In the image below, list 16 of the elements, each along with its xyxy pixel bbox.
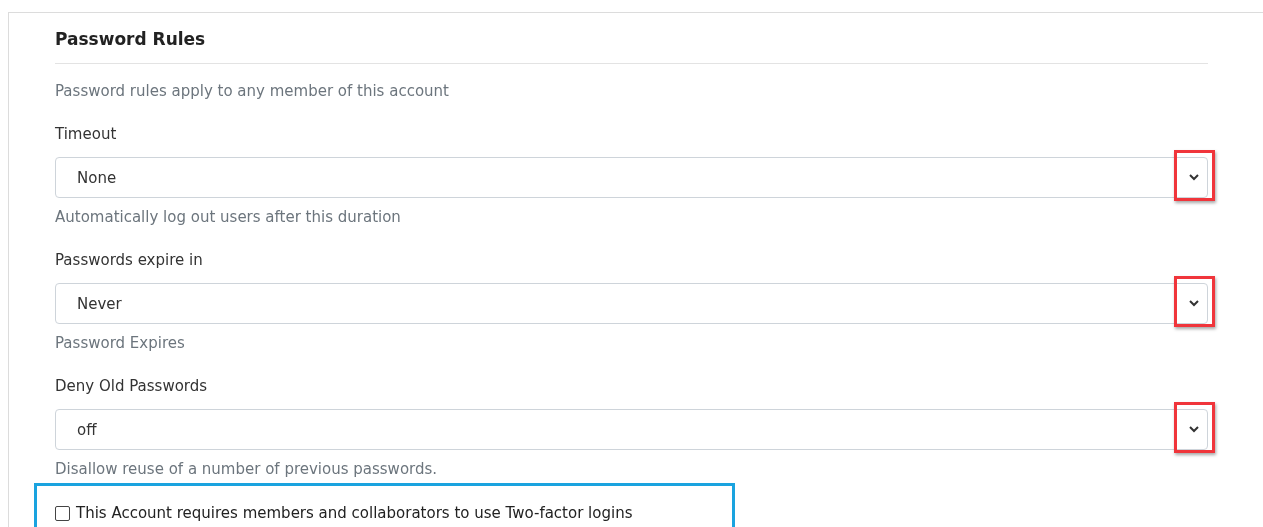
chevron-down-icon	[1188, 425, 1200, 434]
checkbox-label[interactable]: This Account requires members and collaborators to use Two-factor logins	[76, 503, 633, 523]
dropdown-select[interactable]: Never	[55, 283, 1208, 324]
chevron-down-icon	[1188, 299, 1200, 308]
help-text: Password Expires	[55, 333, 186, 353]
section-title: Password Rules	[55, 13, 1208, 64]
dropdown-select[interactable]: None	[55, 157, 1208, 198]
help-text: Automatically log out users after this duration	[55, 207, 402, 227]
chevron-down-icon	[1188, 173, 1200, 182]
dropdown-select[interactable]: off	[55, 409, 1208, 450]
field-label: Timeout	[55, 124, 118, 144]
section-description: Password rules apply to any member of this account	[55, 81, 450, 101]
checkbox[interactable]	[55, 505, 70, 521]
field-label: Deny Old Passwords	[55, 376, 209, 396]
field-label: Passwords expire in	[55, 250, 204, 270]
help-text: Disallow reuse of a number of previous passwords.	[55, 459, 439, 479]
